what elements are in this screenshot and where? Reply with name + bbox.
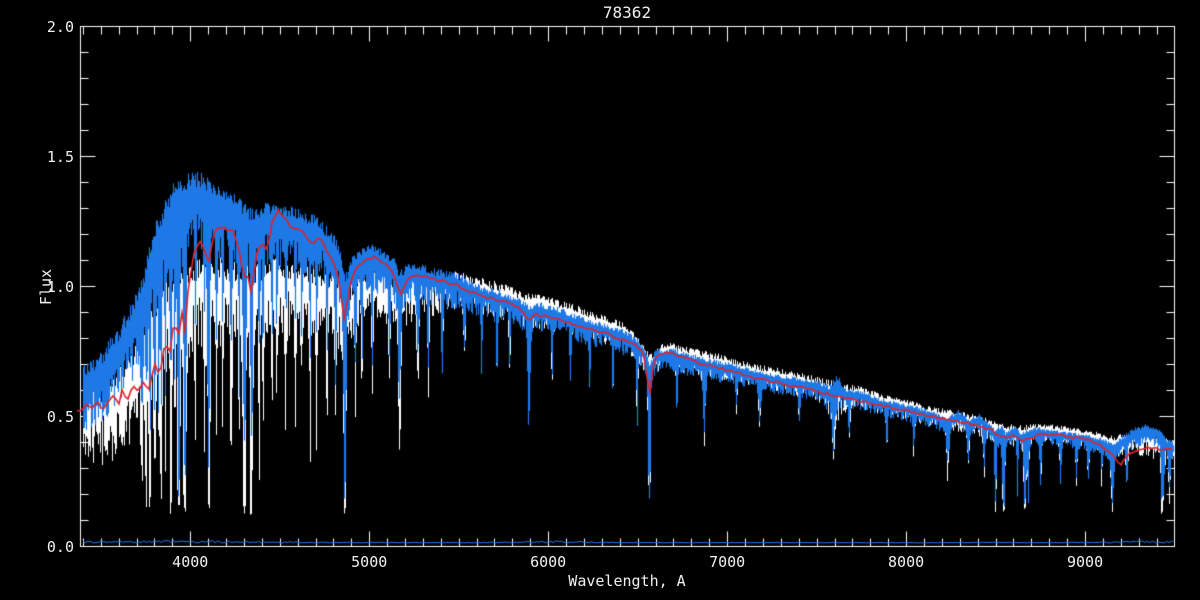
y-tick-label: 0.5 — [47, 408, 74, 426]
plot-title: 78362 — [80, 3, 1174, 22]
y-tick-label: 1.0 — [47, 278, 74, 296]
x-tick-label: 9000 — [1067, 553, 1103, 571]
x-axis-label: Wavelength, A — [80, 572, 1174, 590]
y-tick-label: 1.5 — [47, 148, 74, 166]
y-tick-label: 2.0 — [47, 18, 74, 36]
y-tick-label: 0.0 — [47, 538, 74, 556]
spectrum-plot-canvas — [0, 0, 1200, 600]
x-tick-label: 4000 — [172, 553, 208, 571]
x-tick-label: 8000 — [888, 553, 924, 571]
spectrum-figure: 78362 Wavelength, A Flux 0.00.51.01.52.0… — [0, 0, 1200, 600]
x-tick-label: 7000 — [709, 553, 745, 571]
x-tick-label: 6000 — [530, 553, 566, 571]
x-tick-label: 5000 — [351, 553, 387, 571]
